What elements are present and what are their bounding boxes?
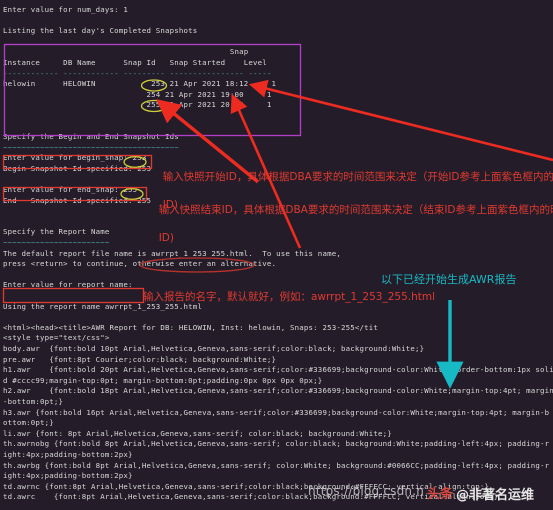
report-name-annotation: 输入报告的名字，默认就好，例如：awrrpt_1_253_255.html [143,291,436,303]
terminal-line: The default report file name is awrrpt_1… [3,248,341,258]
watermark-toutiao: 头条 [427,487,454,502]
terminal-line: Listing the last day's Completed Snapsho… [3,26,198,36]
terminal-line: press <return> to continue, otherwise en… [3,259,277,269]
terminal-line: <html><head><title>AWR Report for DB: HE… [3,322,378,332]
terminal-line: h1.awr {font:bold 20pt Arial,Helvetica,G… [3,365,553,375]
terminal-line: Instance DB Name Snap Id Snap Started Le… [3,57,267,67]
watermark-handle: @非著名运维 [456,488,535,503]
terminal-line: ~~~~~~~~~~~~~~~~~~~~~~~~~~~~~~~~~~~~~~ [3,142,179,152]
terminal-output: Enter value for num_days: 1 Listing the … [0,0,553,510]
begin-snap-annotation-line1: 输入快照开始ID，具体根据DBA要求的时间范围来决定（开始ID参考上面紫色框内的… [162,171,553,183]
terminal-line: 254 21 Apr 2021 19:00 1 [3,89,272,99]
terminal-line: ight:4px;padding-bottom:2px} [3,449,133,459]
terminal-line: li.awr {font: 8pt Arial,Helvetica,Geneva… [3,428,392,438]
watermark-url: https://blog.csdn.n [308,484,425,498]
terminal-line: th.awrnobg {font:bold 8pt Arial,Helvetic… [3,439,550,449]
end-snap-annotation-line1: 输入快照结束ID，具体根据DBA要求的时间范围来决定（结束ID参考上面紫色框内的… [158,204,553,216]
terminal-line: ottom:0pt;} [3,418,54,428]
terminal-line: h3.awr {font:bold 16pt Arial,Helvetica,G… [3,407,550,417]
terminal-line: ------------ ------------ --------- ----… [3,68,272,78]
terminal-line: ight:4px;padding-bottom:2px} [3,471,133,481]
terminal-line: body.awr {font:bold 10pt Arial,Helvetica… [3,344,425,353]
generating-report-annotation: 以下已经开始生成AWR报告 [381,273,517,286]
terminal-line: -bottom:0pt;} [3,396,64,406]
end-snap-annotation-line2: ID) [158,232,174,244]
terminal-line: pre.awr {font:8pt Courier;color:black; b… [3,354,277,364]
terminal-line: h2.awr {font:bold 18pt Arial,Helvetica,G… [3,386,553,396]
end-snap-annotation: 输入快照结束ID，具体根据DBA要求的时间范围来决定（结束ID参考上面紫色框内的… [152,189,553,245]
terminal-line: th.awrbg {font:bold 8pt Arial,Helvetica,… [3,460,550,470]
terminal-line: d #cccc99;margin-top:0pt; margin-bottom:… [3,375,323,385]
terminal-line: Snap [3,47,249,57]
terminal-line: 255 21 Apr 2021 20:00 1 [3,100,272,110]
terminal-line: Specify the Begin and End Snapshot Ids [3,132,179,142]
terminal-line: helowin HELOWIN 253 21 Apr 2021 18:12 1 [3,79,277,89]
terminal-line: Enter value for num_days: 1 [3,5,128,14]
terminal-line: <style type="text/css"> [3,333,110,343]
